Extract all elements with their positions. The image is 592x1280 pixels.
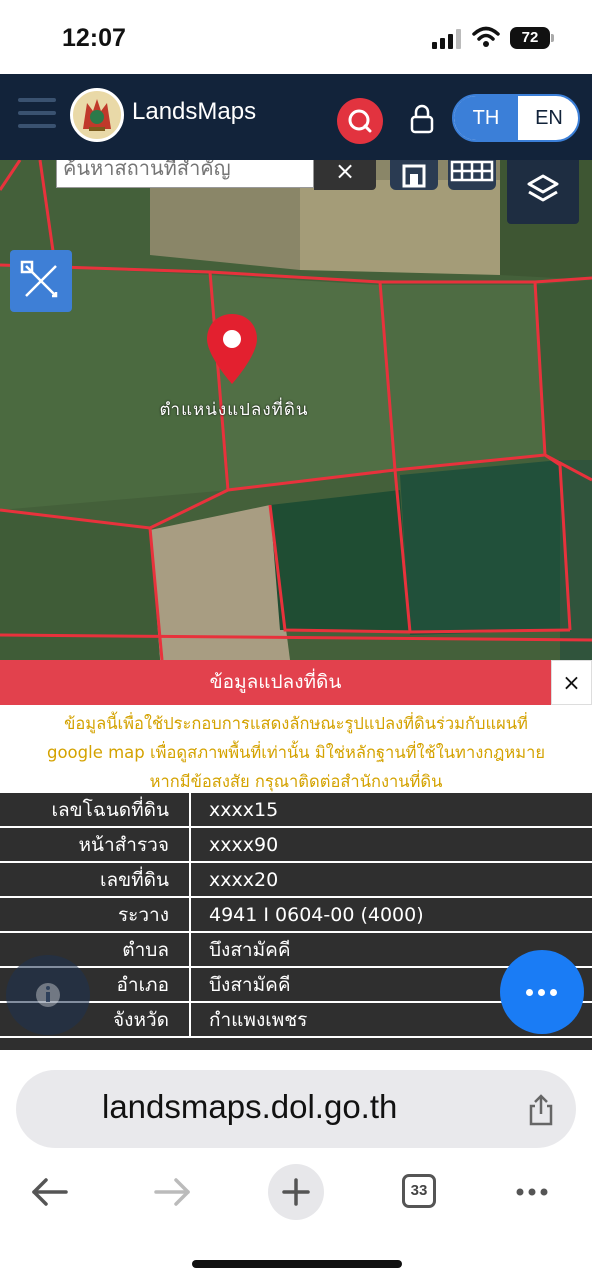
search-button[interactable]: [337, 98, 383, 144]
status-bar: 12:07 72: [0, 0, 592, 74]
back-arrow-icon[interactable]: [22, 1164, 78, 1220]
parcel-info-title: ข้อมูลแปลงที่ดิน: [0, 660, 551, 705]
cellular-signal-icon: [432, 29, 461, 49]
table-row: ระวาง 4941 I 0604-00 (4000): [0, 898, 592, 933]
ruler-pencil-icon: [20, 260, 58, 298]
notice-line: ข้อมูลนี้เพื่อใช้ประกอบการแสดงลักษณะรูปแ…: [64, 714, 528, 733]
row-key: เลขโฉนดที่ดิน: [0, 793, 191, 826]
grid-icon: [450, 160, 494, 182]
satellite-map[interactable]: ×: [0, 160, 592, 660]
place-search-field[interactable]: [56, 160, 314, 188]
table-row: เลขที่ดิน xxxx20: [0, 863, 592, 898]
row-key: ระวาง: [0, 898, 191, 931]
disclaimer-notice: ข้อมูลนี้เพื่อใช้ประกอบการแสดงลักษณะรูปแ…: [0, 705, 592, 793]
more-menu-icon[interactable]: [506, 1164, 562, 1220]
more-dot: [538, 989, 545, 996]
new-tab-button[interactable]: [268, 1164, 324, 1220]
row-value: xxxx15: [209, 799, 279, 821]
more-dot: [526, 989, 533, 996]
forward-arrow-icon[interactable]: [144, 1164, 200, 1220]
table-row: เลขโฉนดที่ดิน xxxx15: [0, 793, 592, 828]
menu-icon[interactable]: [18, 98, 56, 128]
row-value: xxxx20: [209, 869, 279, 891]
wifi-icon: [472, 26, 500, 47]
table-row: หน้าสำรวจ xxxx90: [0, 828, 592, 863]
layers-icon: [527, 174, 559, 202]
row-value: 4941 I 0604-00 (4000): [209, 904, 424, 926]
home-indicator: [192, 1260, 402, 1268]
department-seal-logo: [70, 88, 124, 142]
place-search-input[interactable]: [57, 160, 313, 186]
row-key: เลขที่ดิน: [0, 863, 191, 896]
tabs-button[interactable]: 33: [390, 1164, 446, 1220]
clear-search-button[interactable]: ×: [314, 160, 376, 190]
info-button[interactable]: [6, 955, 90, 1035]
row-value: xxxx90: [209, 834, 279, 856]
parcel-label: ตำแหน่งแปลงที่ดิน: [159, 400, 309, 420]
app-header: LandsMaps TH EN: [0, 74, 592, 160]
address-bar[interactable]: landsmaps.dol.go.th: [16, 1070, 576, 1148]
more-options-button[interactable]: [500, 950, 584, 1034]
more-dot: [550, 989, 557, 996]
status-time: 12:07: [62, 24, 126, 52]
url-text: landsmaps.dol.go.th: [102, 1088, 398, 1125]
brand-title: LandsMaps: [132, 98, 257, 125]
building-icon: [402, 164, 426, 188]
lang-en-button[interactable]: EN: [518, 96, 578, 140]
close-panel-button[interactable]: ×: [551, 660, 592, 705]
row-key: หน้าสำรวจ: [0, 828, 191, 861]
home-view-button[interactable]: [390, 160, 438, 190]
measure-tool-button[interactable]: [10, 250, 72, 312]
search-icon: [348, 109, 372, 133]
grid-toggle-button[interactable]: [448, 160, 496, 190]
language-toggle: TH EN: [452, 94, 580, 142]
tab-count: 33: [402, 1174, 436, 1208]
lang-th-button[interactable]: TH: [454, 96, 518, 140]
notice-line: google map เพื่อดูสภาพพื้นที่เท่านั้น มิ…: [46, 743, 546, 762]
battery-tip: [551, 34, 554, 42]
plus-icon: [282, 1178, 310, 1206]
battery-icon: 72: [510, 27, 550, 49]
layers-button[interactable]: [507, 160, 579, 224]
browser-toolbar: landsmaps.dol.go.th 33: [0, 1050, 592, 1280]
lock-icon[interactable]: [409, 104, 435, 134]
map-pin-icon[interactable]: [205, 312, 259, 386]
notice-line: หากมีข้อสงสัย กรุณาติดต่อสำนักงานที่ดิน: [149, 772, 443, 791]
share-icon[interactable]: [526, 1094, 556, 1126]
info-icon: [36, 983, 60, 1007]
